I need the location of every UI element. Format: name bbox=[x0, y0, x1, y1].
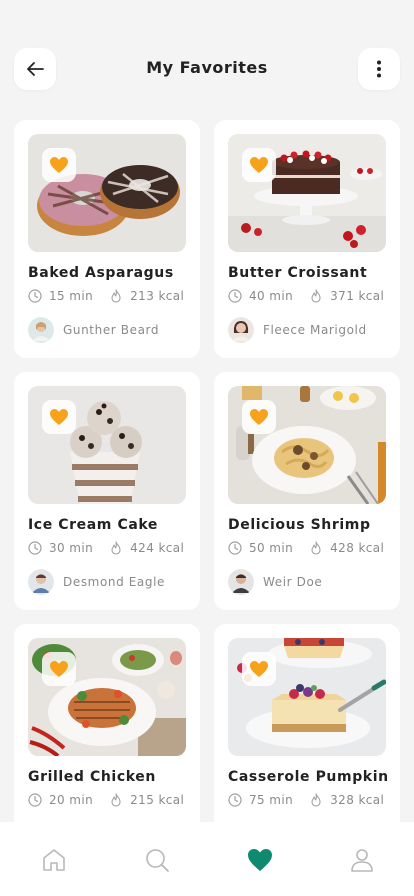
recipe-image-pasta bbox=[228, 386, 386, 504]
favorite-button[interactable] bbox=[42, 400, 76, 434]
heart-icon bbox=[50, 409, 68, 425]
search-icon bbox=[146, 849, 169, 872]
home-icon bbox=[43, 849, 65, 871]
recipe-card[interactable]: Grilled Chicken 20 min 215 kcal bbox=[14, 624, 200, 822]
recipe-meta: 30 min 424 kcal bbox=[28, 541, 184, 555]
tab-profile[interactable] bbox=[348, 846, 376, 874]
tab-home[interactable] bbox=[40, 846, 68, 874]
favorite-button[interactable] bbox=[42, 652, 76, 686]
recipe-image-donuts bbox=[28, 134, 186, 252]
favorite-button[interactable] bbox=[42, 148, 76, 182]
flame-icon bbox=[109, 793, 123, 807]
clock-icon bbox=[28, 289, 42, 303]
recipe-name: Casserole Pumpkin bbox=[228, 769, 389, 785]
cook-time: 40 min bbox=[249, 289, 294, 303]
avatar bbox=[228, 317, 254, 343]
heart-icon bbox=[250, 409, 268, 425]
recipe-author[interactable]: Gunther Beard bbox=[28, 317, 159, 343]
cook-time: 30 min bbox=[49, 541, 94, 555]
recipe-card[interactable]: Butter Croissant 40 min 371 kcal Fleece … bbox=[214, 120, 400, 358]
cook-time: 20 min bbox=[49, 793, 94, 807]
heart-icon bbox=[250, 157, 268, 173]
author-name: Fleece Marigold bbox=[263, 323, 367, 337]
tab-favorites[interactable] bbox=[246, 846, 274, 874]
page-title: My Favorites bbox=[146, 58, 268, 77]
author-name: Gunther Beard bbox=[63, 323, 160, 337]
avatar bbox=[228, 569, 254, 595]
profile-icon bbox=[351, 849, 373, 872]
clock-icon bbox=[228, 793, 242, 807]
calories: 371 kcal bbox=[330, 289, 385, 303]
recipe-card[interactable]: Delicious Shrimp 50 min 428 kcal Weir Do… bbox=[214, 372, 400, 610]
avatar bbox=[28, 569, 54, 595]
calories: 428 kcal bbox=[330, 541, 385, 555]
recipe-name: Ice Cream Cake bbox=[28, 517, 159, 533]
recipe-meta: 75 min 328 kcal bbox=[228, 793, 384, 807]
calories: 328 kcal bbox=[330, 793, 385, 807]
heart-icon bbox=[50, 157, 68, 173]
clock-icon bbox=[28, 541, 42, 555]
recipe-name: Butter Croissant bbox=[228, 265, 368, 281]
clock-icon bbox=[228, 541, 242, 555]
favorite-button[interactable] bbox=[242, 652, 276, 686]
recipe-name: Baked Asparagus bbox=[28, 265, 174, 281]
favorite-button[interactable] bbox=[242, 400, 276, 434]
clock-icon bbox=[28, 793, 42, 807]
bottom-tab-bar bbox=[0, 822, 414, 896]
header: My Favorites bbox=[0, 48, 414, 90]
recipe-card[interactable]: Ice Cream Cake 30 min 424 kcal Desmond E… bbox=[14, 372, 200, 610]
recipe-card[interactable]: Baked Asparagus 15 min 213 kcal Gunther … bbox=[14, 120, 200, 358]
recipe-meta: 20 min 215 kcal bbox=[28, 793, 184, 807]
flame-icon bbox=[109, 541, 123, 555]
avatar bbox=[28, 317, 54, 343]
clock-icon bbox=[228, 289, 242, 303]
heart-icon bbox=[250, 661, 268, 677]
calories: 215 kcal bbox=[130, 793, 185, 807]
recipe-meta: 50 min 428 kcal bbox=[228, 541, 384, 555]
calories: 424 kcal bbox=[130, 541, 185, 555]
recipe-meta: 15 min 213 kcal bbox=[28, 289, 184, 303]
recipe-image-ice-cream bbox=[28, 386, 186, 504]
author-name: Desmond Eagle bbox=[63, 575, 166, 589]
recipe-author[interactable]: Desmond Eagle bbox=[28, 569, 165, 595]
recipe-meta: 40 min 371 kcal bbox=[228, 289, 384, 303]
more-vertical-icon bbox=[377, 60, 381, 78]
recipe-card[interactable]: Casserole Pumpkin 75 min 328 kcal bbox=[214, 624, 400, 822]
calories: 213 kcal bbox=[130, 289, 185, 303]
flame-icon bbox=[109, 289, 123, 303]
recipe-image-grilled-chicken bbox=[28, 638, 186, 756]
cook-time: 15 min bbox=[49, 289, 94, 303]
more-options-button[interactable] bbox=[358, 48, 400, 90]
recipe-image-cheesecake bbox=[228, 638, 386, 756]
recipe-image-chocolate-cake bbox=[228, 134, 386, 252]
favorites-grid: Baked Asparagus 15 min 213 kcal Gunther … bbox=[0, 120, 414, 822]
author-name: Weir Doe bbox=[263, 575, 323, 589]
flame-icon bbox=[309, 541, 323, 555]
favorite-button[interactable] bbox=[242, 148, 276, 182]
flame-icon bbox=[309, 793, 323, 807]
tab-search[interactable] bbox=[143, 846, 171, 874]
recipe-name: Delicious Shrimp bbox=[228, 517, 371, 533]
flame-icon bbox=[309, 289, 323, 303]
recipe-author[interactable]: Fleece Marigold bbox=[228, 317, 367, 343]
cook-time: 50 min bbox=[249, 541, 294, 555]
recipe-author[interactable]: Weir Doe bbox=[228, 569, 322, 595]
heart-icon bbox=[248, 849, 272, 871]
recipe-name: Grilled Chicken bbox=[28, 769, 156, 785]
heart-icon bbox=[50, 661, 68, 677]
cook-time: 75 min bbox=[249, 793, 294, 807]
